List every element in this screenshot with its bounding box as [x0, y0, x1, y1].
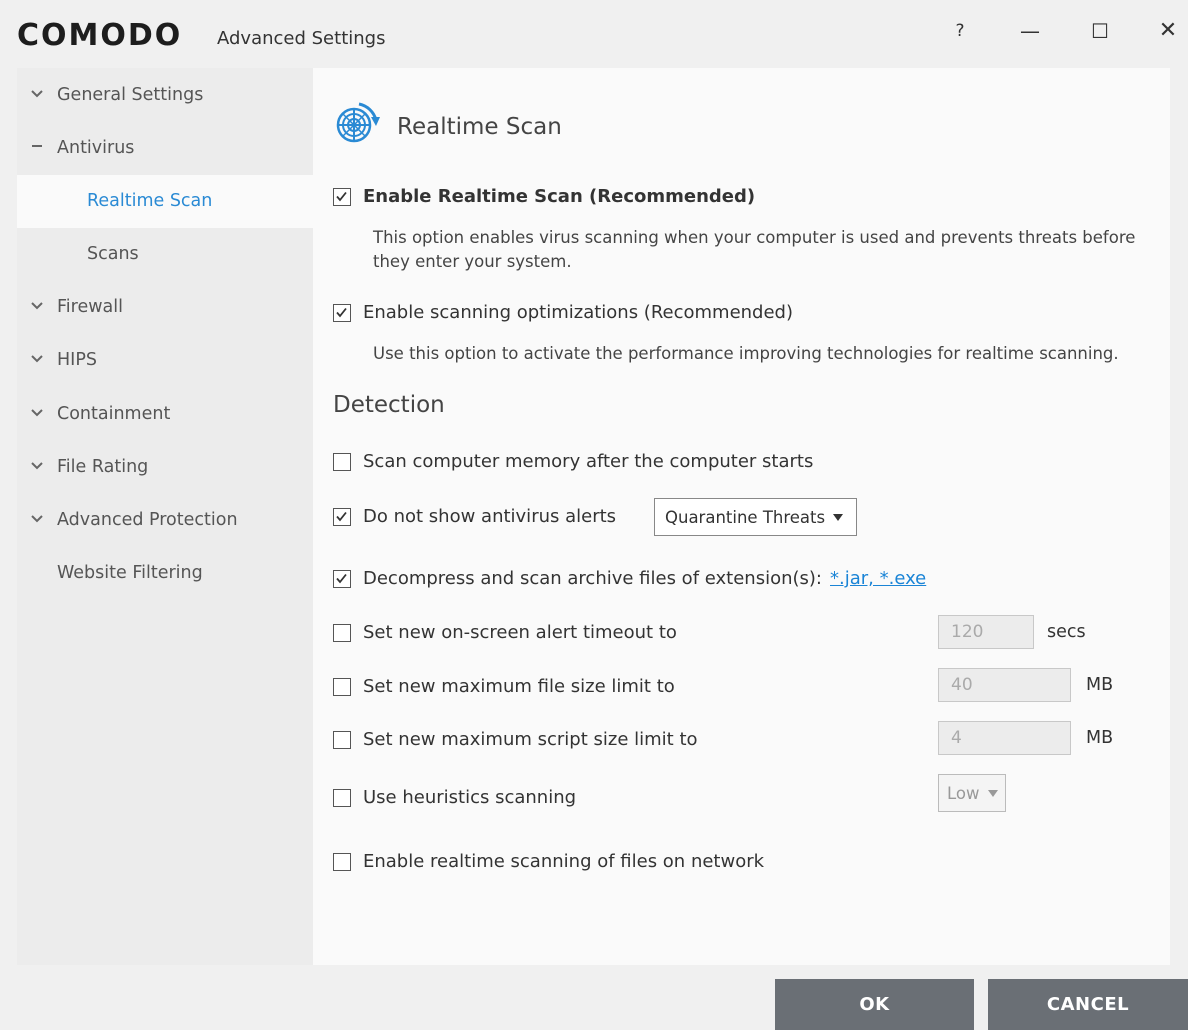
sidebar-item-realtime-scan[interactable]: Realtime Scan — [17, 175, 313, 228]
chevron-down-icon — [31, 409, 43, 417]
sidebar-item-label: General Settings — [57, 85, 204, 105]
option-label: Decompress and scan archive files of ext… — [363, 568, 822, 589]
footer: OK CANCEL — [0, 965, 1188, 1030]
realtime-scan-icon — [336, 102, 380, 143]
unit-label: secs — [1047, 622, 1086, 642]
sidebar-item-label: Advanced Protection — [57, 510, 238, 530]
chevron-down-icon — [31, 302, 43, 310]
option-label: Use heuristics scanning — [363, 787, 577, 808]
cancel-button[interactable]: CANCEL — [988, 979, 1188, 1030]
max-file-size-input[interactable]: 40 — [938, 668, 1071, 702]
sidebar-item-label: Antivirus — [57, 138, 135, 158]
sidebar-item-label: Scans — [87, 244, 139, 264]
sidebar-item-label: Firewall — [57, 297, 123, 317]
option-label: Enable Realtime Scan (Recommended) — [363, 186, 756, 207]
no-alerts-checkbox[interactable]: Do not show antivirus alerts — [333, 506, 616, 527]
sidebar-item-hips[interactable]: HIPS — [17, 334, 313, 387]
max-file-size-checkbox[interactable]: Set new maximum file size limit to — [333, 676, 675, 697]
dropdown-arrow-icon — [833, 513, 844, 521]
checkbox-checked[interactable] — [333, 187, 351, 206]
checkbox-unchecked[interactable] — [333, 677, 351, 696]
window-title: Advanced Settings — [217, 28, 386, 49]
option-description: This option enables virus scanning when … — [373, 228, 1136, 271]
sidebar-item-file-rating[interactable]: File Rating — [17, 441, 313, 494]
sidebar-item-advanced-protection[interactable]: Advanced Protection — [17, 494, 313, 547]
extensions-link[interactable]: *.jar, *.exe — [830, 568, 926, 589]
max-script-size-input[interactable]: 4 — [938, 721, 1071, 755]
sidebar-item-general-settings[interactable]: General Settings — [17, 69, 313, 122]
title-bar: COMODO Advanced Settings ? — ☐ ✕ — [0, 0, 1188, 66]
checkbox-unchecked[interactable] — [333, 623, 351, 642]
enable-realtime-scan-checkbox[interactable]: Enable Realtime Scan (Recommended) — [333, 186, 755, 207]
sidebar: General Settings Antivirus Realtime Scan… — [17, 68, 313, 965]
heuristics-level-dropdown[interactable]: Low — [938, 774, 1006, 812]
sidebar-item-antivirus[interactable]: Antivirus — [17, 122, 313, 175]
minus-icon — [32, 145, 42, 147]
dropdown-value: Quarantine Threats — [665, 507, 826, 527]
unit-label: MB — [1086, 728, 1114, 748]
dropdown-value: Low — [947, 783, 980, 803]
option-label: Scan computer memory after the computer … — [363, 451, 814, 472]
checkbox-unchecked[interactable] — [333, 788, 351, 807]
enable-optimizations-checkbox[interactable]: Enable scanning optimizations (Recommend… — [333, 302, 793, 323]
sidebar-item-website-filtering[interactable]: Website Filtering — [17, 547, 313, 600]
alert-timeout-input[interactable]: 120 — [938, 615, 1034, 649]
page-title: Realtime Scan — [397, 114, 562, 140]
minimize-button[interactable]: — — [1010, 14, 1050, 48]
sidebar-item-containment[interactable]: Containment — [17, 388, 313, 441]
chevron-down-icon — [31, 462, 43, 470]
sidebar-item-label: Containment — [57, 404, 171, 424]
unit-label: MB — [1086, 675, 1114, 695]
checkbox-unchecked[interactable] — [333, 730, 351, 749]
sidebar-item-label: File Rating — [57, 457, 149, 477]
option-label: Do not show antivirus alerts — [363, 506, 617, 527]
option-description: Use this option to activate the performa… — [373, 344, 1119, 363]
sidebar-item-firewall[interactable]: Firewall — [17, 281, 313, 334]
alert-timeout-checkbox[interactable]: Set new on-screen alert timeout to — [333, 622, 677, 643]
sidebar-item-scans[interactable]: Scans — [17, 228, 313, 281]
close-button[interactable]: ✕ — [1148, 14, 1188, 48]
option-label: Set new on-screen alert timeout to — [363, 622, 677, 643]
alert-action-dropdown[interactable]: Quarantine Threats — [654, 498, 857, 536]
main-panel: Realtime Scan Enable Realtime Scan (Reco… — [313, 68, 1170, 965]
chevron-down-icon — [31, 90, 43, 98]
chevron-down-icon — [31, 515, 43, 523]
detection-heading: Detection — [333, 392, 445, 418]
checkbox-unchecked[interactable] — [333, 452, 351, 471]
checkbox-checked[interactable] — [333, 569, 351, 588]
option-label: Set new maximum file size limit to — [363, 676, 675, 697]
option-label: Set new maximum script size limit to — [363, 729, 698, 750]
network-scan-checkbox[interactable]: Enable realtime scanning of files on net… — [333, 851, 764, 872]
sidebar-item-label: HIPS — [57, 350, 97, 370]
scan-memory-checkbox[interactable]: Scan computer memory after the computer … — [333, 451, 813, 472]
heuristics-checkbox[interactable]: Use heuristics scanning — [333, 787, 576, 808]
chevron-down-icon — [31, 355, 43, 363]
max-script-size-checkbox[interactable]: Set new maximum script size limit to — [333, 729, 698, 750]
decompress-archives-checkbox[interactable]: Decompress and scan archive files of ext… — [333, 568, 926, 589]
dropdown-arrow-icon — [987, 789, 998, 797]
option-label: Enable realtime scanning of files on net… — [363, 851, 765, 872]
sidebar-item-label: Realtime Scan — [87, 191, 213, 211]
checkbox-checked[interactable] — [333, 507, 351, 526]
sidebar-item-label: Website Filtering — [57, 563, 203, 583]
maximize-button[interactable]: ☐ — [1080, 14, 1120, 48]
comodo-logo: COMODO — [17, 18, 183, 53]
help-button[interactable]: ? — [940, 14, 980, 48]
checkbox-unchecked[interactable] — [333, 852, 351, 871]
checkbox-checked[interactable] — [333, 303, 351, 322]
option-label: Enable scanning optimizations (Recommend… — [363, 302, 794, 323]
ok-button[interactable]: OK — [775, 979, 974, 1030]
